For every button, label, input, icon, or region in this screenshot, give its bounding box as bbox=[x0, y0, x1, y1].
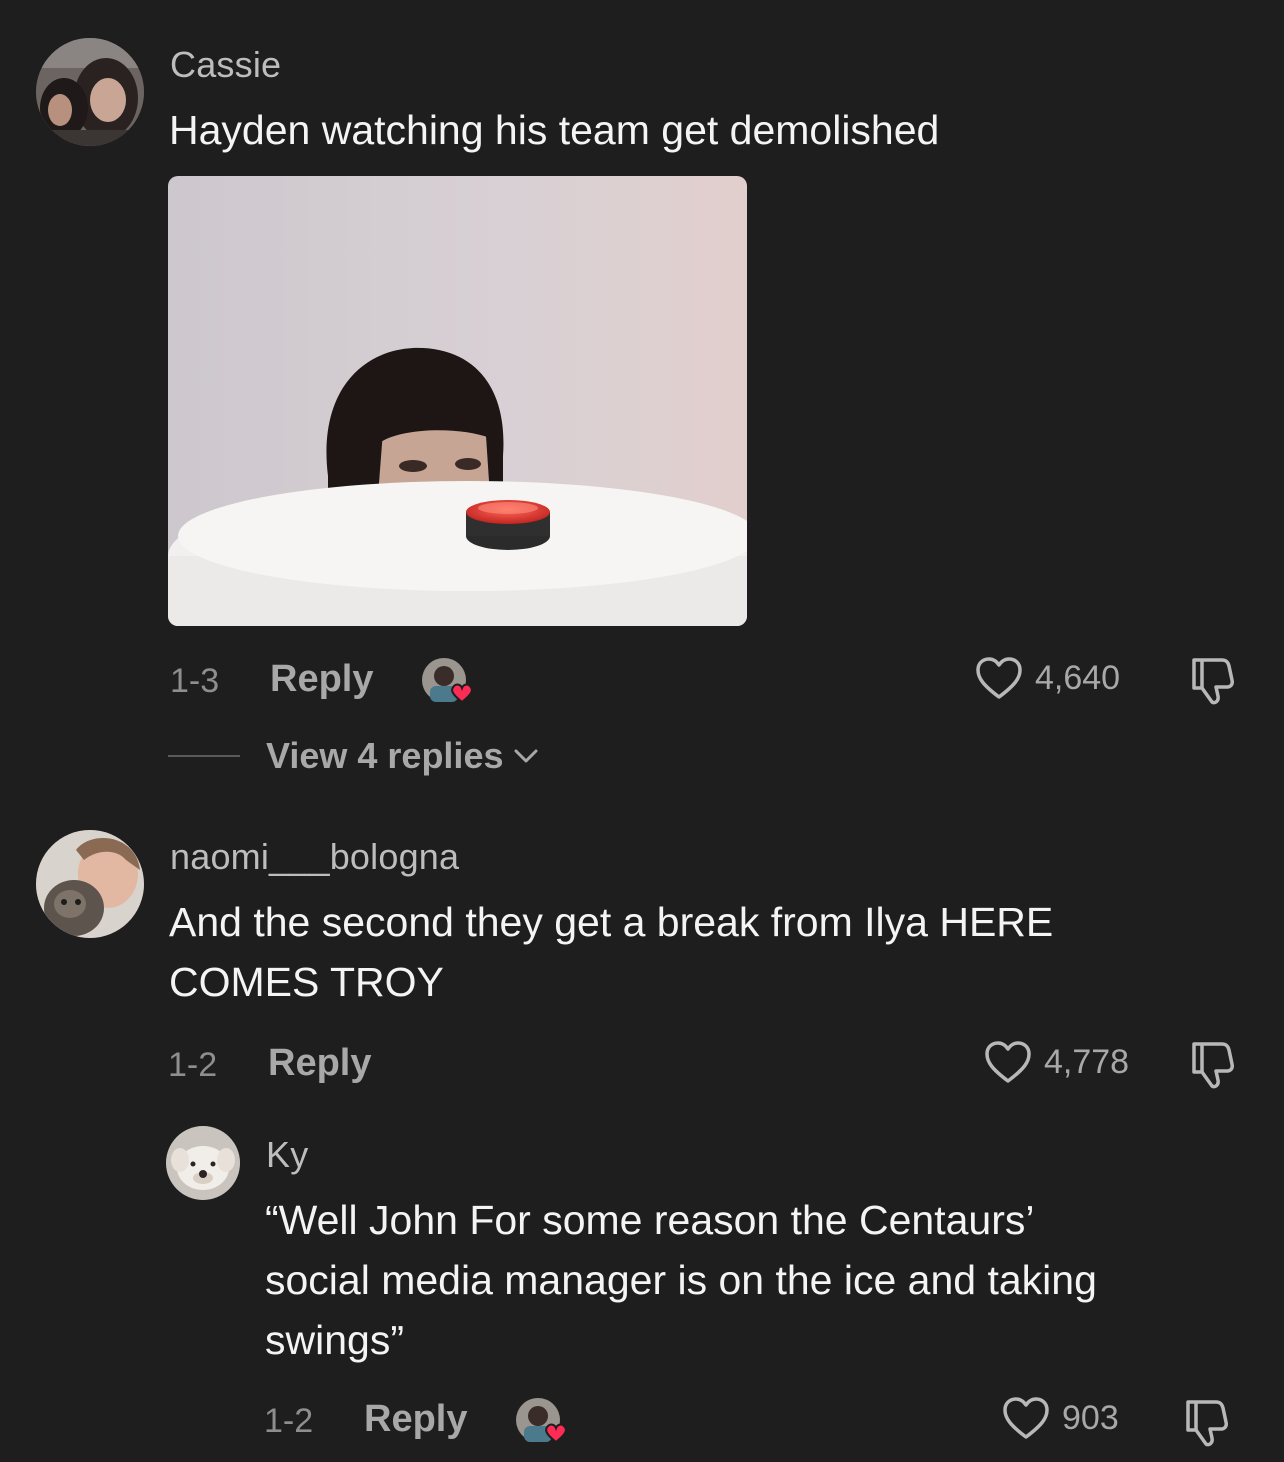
heart-outline-icon bbox=[985, 1041, 1031, 1083]
like-count: 903 bbox=[1062, 1398, 1119, 1437]
thumbs-down-icon[interactable] bbox=[1178, 1394, 1238, 1454]
divider-line bbox=[168, 755, 240, 757]
thumbs-down-icon[interactable] bbox=[1184, 1036, 1244, 1096]
heart-outline-icon bbox=[1003, 1397, 1049, 1439]
comment-text-line-2: COMES TROY bbox=[169, 959, 444, 1005]
comments-panel: Cassie Hayden watching his team get demo… bbox=[0, 0, 1284, 1462]
reply-button[interactable]: Reply bbox=[268, 1042, 371, 1085]
comment-username[interactable]: naomi___bologna bbox=[170, 836, 459, 878]
reply-text-line-2: social media manager is on the ice and t… bbox=[265, 1257, 1097, 1303]
comment-username[interactable]: Cassie bbox=[170, 44, 281, 86]
reply-text-line-1: “Well John For some reason the Centaurs’ bbox=[265, 1197, 1035, 1243]
like-count: 4,640 bbox=[1035, 658, 1121, 697]
reply-username[interactable]: Ky bbox=[266, 1134, 308, 1176]
comment-image[interactable] bbox=[168, 176, 747, 626]
reply-button[interactable]: Reply bbox=[270, 658, 373, 701]
reply-text-line-3: swings” bbox=[265, 1317, 404, 1363]
view-replies-button[interactable]: View 4 replies bbox=[168, 735, 539, 777]
chevron-down-icon bbox=[514, 749, 538, 763]
like-count: 4,778 bbox=[1044, 1042, 1130, 1081]
like-button[interactable]: 4,778 bbox=[984, 1040, 1129, 1084]
reply-date: 1-2 bbox=[264, 1402, 314, 1440]
view-replies-label: View 4 replies bbox=[266, 735, 504, 776]
creator-liked-heart-icon bbox=[420, 656, 474, 710]
heart-outline-icon bbox=[976, 657, 1022, 699]
like-button[interactable]: 4,640 bbox=[975, 656, 1120, 700]
comment-date: 1-3 bbox=[170, 662, 220, 700]
comment-text-line-1: And the second they get a break from Ily… bbox=[169, 899, 1054, 945]
creator-liked-heart-icon bbox=[514, 1396, 568, 1450]
avatar-naomi[interactable] bbox=[36, 830, 144, 938]
comment-date: 1-2 bbox=[168, 1046, 218, 1084]
avatar-ky[interactable] bbox=[166, 1126, 240, 1200]
avatar-cassie[interactable] bbox=[36, 38, 144, 146]
like-button[interactable]: 903 bbox=[1002, 1396, 1119, 1440]
reply-button[interactable]: Reply bbox=[364, 1398, 467, 1441]
thumbs-down-icon[interactable] bbox=[1184, 652, 1244, 712]
comment-text: Hayden watching his team get demolished bbox=[169, 107, 940, 153]
